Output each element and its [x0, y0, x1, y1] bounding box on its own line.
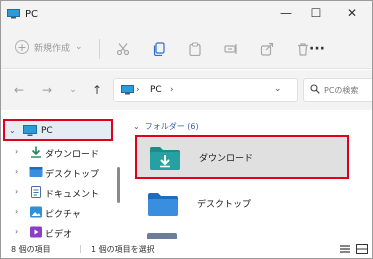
sidebar-item-documents[interactable]: › ドキュメント	[1, 181, 115, 203]
sidebar-item-desktop[interactable]: › デスクトップ	[1, 161, 115, 183]
address-dropdown-chevron-icon[interactable]: ⌄	[274, 84, 282, 94]
tiles-view-icon[interactable]	[356, 244, 368, 254]
desktop-folder-icon	[148, 193, 178, 216]
close-button[interactable]: ✕	[337, 1, 367, 25]
maximize-button[interactable]: ☐	[301, 1, 331, 25]
pictures-icon	[30, 206, 42, 218]
breadcrumb-pc[interactable]: PC	[150, 85, 162, 95]
paste-button[interactable]	[185, 39, 205, 59]
folder-name: デスクトップ	[197, 200, 252, 210]
new-button[interactable]: + 新規作成 ⌄	[15, 40, 83, 54]
new-button-label: 新規作成	[34, 43, 71, 54]
folders-group-label: フォルダー (6)	[144, 122, 199, 131]
more-options-button[interactable]: ···	[307, 39, 327, 59]
item-count: 8 個の項目	[11, 245, 51, 254]
file-explorer-window: PC — ☐ ✕ + 新規作成 ⌄ ··· ← → ⌄ ↑ › PC › ⌄ P…	[0, 0, 373, 259]
sidebar-item-downloads[interactable]: › ダウンロード	[1, 141, 115, 163]
search-input[interactable]	[324, 83, 372, 97]
clipboard-icon	[189, 42, 201, 56]
chevron-right-icon: ›	[15, 167, 19, 176]
arrow-up-icon: ↑	[91, 83, 103, 97]
arrow-right-icon: →	[41, 83, 53, 97]
share-icon	[260, 42, 274, 56]
pc-icon	[121, 85, 134, 95]
rename-icon	[224, 44, 237, 54]
arrow-left-icon: ←	[13, 83, 25, 97]
search-box[interactable]	[303, 78, 372, 102]
minimize-button[interactable]: —	[271, 1, 301, 25]
chevron-down-icon: ⌄	[9, 126, 16, 135]
navigation-pane: ⌄ PC › ダウンロード › デスクトップ › ドキュメント › ピクチャ ›…	[1, 111, 121, 240]
search-icon	[310, 84, 320, 94]
navigation-scrollbar-thumb[interactable]	[117, 167, 120, 203]
forward-button[interactable]: →	[37, 80, 57, 100]
scissors-icon	[116, 43, 130, 56]
rename-button[interactable]	[221, 39, 241, 59]
breadcrumb-separator: ›	[136, 85, 140, 95]
chevron-down-icon: ⌄	[69, 85, 77, 95]
sidebar-item-label: デスクトップ	[45, 170, 100, 180]
window-title: PC	[25, 9, 39, 20]
status-bar: 8 個の項目 | 1 個の項目を選択	[1, 239, 372, 258]
sidebar-item-label: ドキュメント	[45, 190, 100, 200]
content-scrollbar[interactable]	[365, 121, 368, 239]
content-pane: ⌄ フォルダー (6) ダウンロード デスクトップ	[127, 111, 372, 239]
copy-button[interactable]	[149, 39, 169, 59]
address-row: ← → ⌄ ↑ › PC › ⌄ ⟳	[1, 70, 372, 110]
cut-button[interactable]	[113, 39, 133, 59]
selected-count: 1 個の項目を選択	[91, 245, 155, 254]
status-divider: |	[79, 244, 82, 253]
sidebar-item-pc[interactable]: ⌄ PC	[3, 119, 113, 141]
details-view-icon[interactable]	[339, 244, 351, 254]
documents-icon	[31, 186, 41, 198]
share-button[interactable]	[257, 39, 277, 59]
chevron-down-icon: ⌄	[75, 42, 83, 52]
folder-tile-downloads[interactable]: ダウンロード	[135, 135, 349, 179]
sidebar-item-label: PC	[41, 126, 53, 136]
breadcrumb-separator: ›	[170, 85, 174, 95]
address-bar[interactable]: › PC › ⌄	[113, 78, 298, 102]
chevron-right-icon: ›	[15, 227, 19, 236]
pc-icon	[23, 125, 37, 136]
plus-icon: +	[15, 40, 29, 54]
chevron-right-icon: ›	[15, 207, 19, 216]
title-bar: PC — ☐ ✕	[1, 1, 372, 29]
folders-group-header[interactable]: ⌄ フォルダー (6)	[133, 121, 199, 132]
chevron-right-icon: ›	[15, 187, 19, 196]
sidebar-item-pictures[interactable]: › ピクチャ	[1, 201, 115, 223]
folder-tile-desktop[interactable]: デスクトップ	[135, 183, 349, 227]
download-icon	[31, 146, 41, 158]
pc-icon	[7, 9, 20, 19]
chevron-down-icon: ⌄	[133, 122, 140, 131]
download-folder-icon	[150, 147, 180, 170]
chevron-right-icon: ›	[15, 147, 19, 156]
desktop-folder-icon	[29, 167, 43, 177]
command-bar: + 新規作成 ⌄ ···	[1, 29, 372, 69]
folder-name: ダウンロード	[199, 154, 254, 164]
sidebar-item-label: ピクチャ	[45, 210, 81, 220]
copy-icon	[153, 42, 165, 56]
recent-locations-button[interactable]: ⌄	[63, 80, 83, 100]
back-button[interactable]: ←	[9, 80, 29, 100]
up-button[interactable]: ↑	[87, 80, 107, 100]
videos-icon	[30, 226, 42, 238]
toolbar-divider	[99, 39, 100, 59]
sidebar-item-label: ダウンロード	[45, 150, 100, 160]
